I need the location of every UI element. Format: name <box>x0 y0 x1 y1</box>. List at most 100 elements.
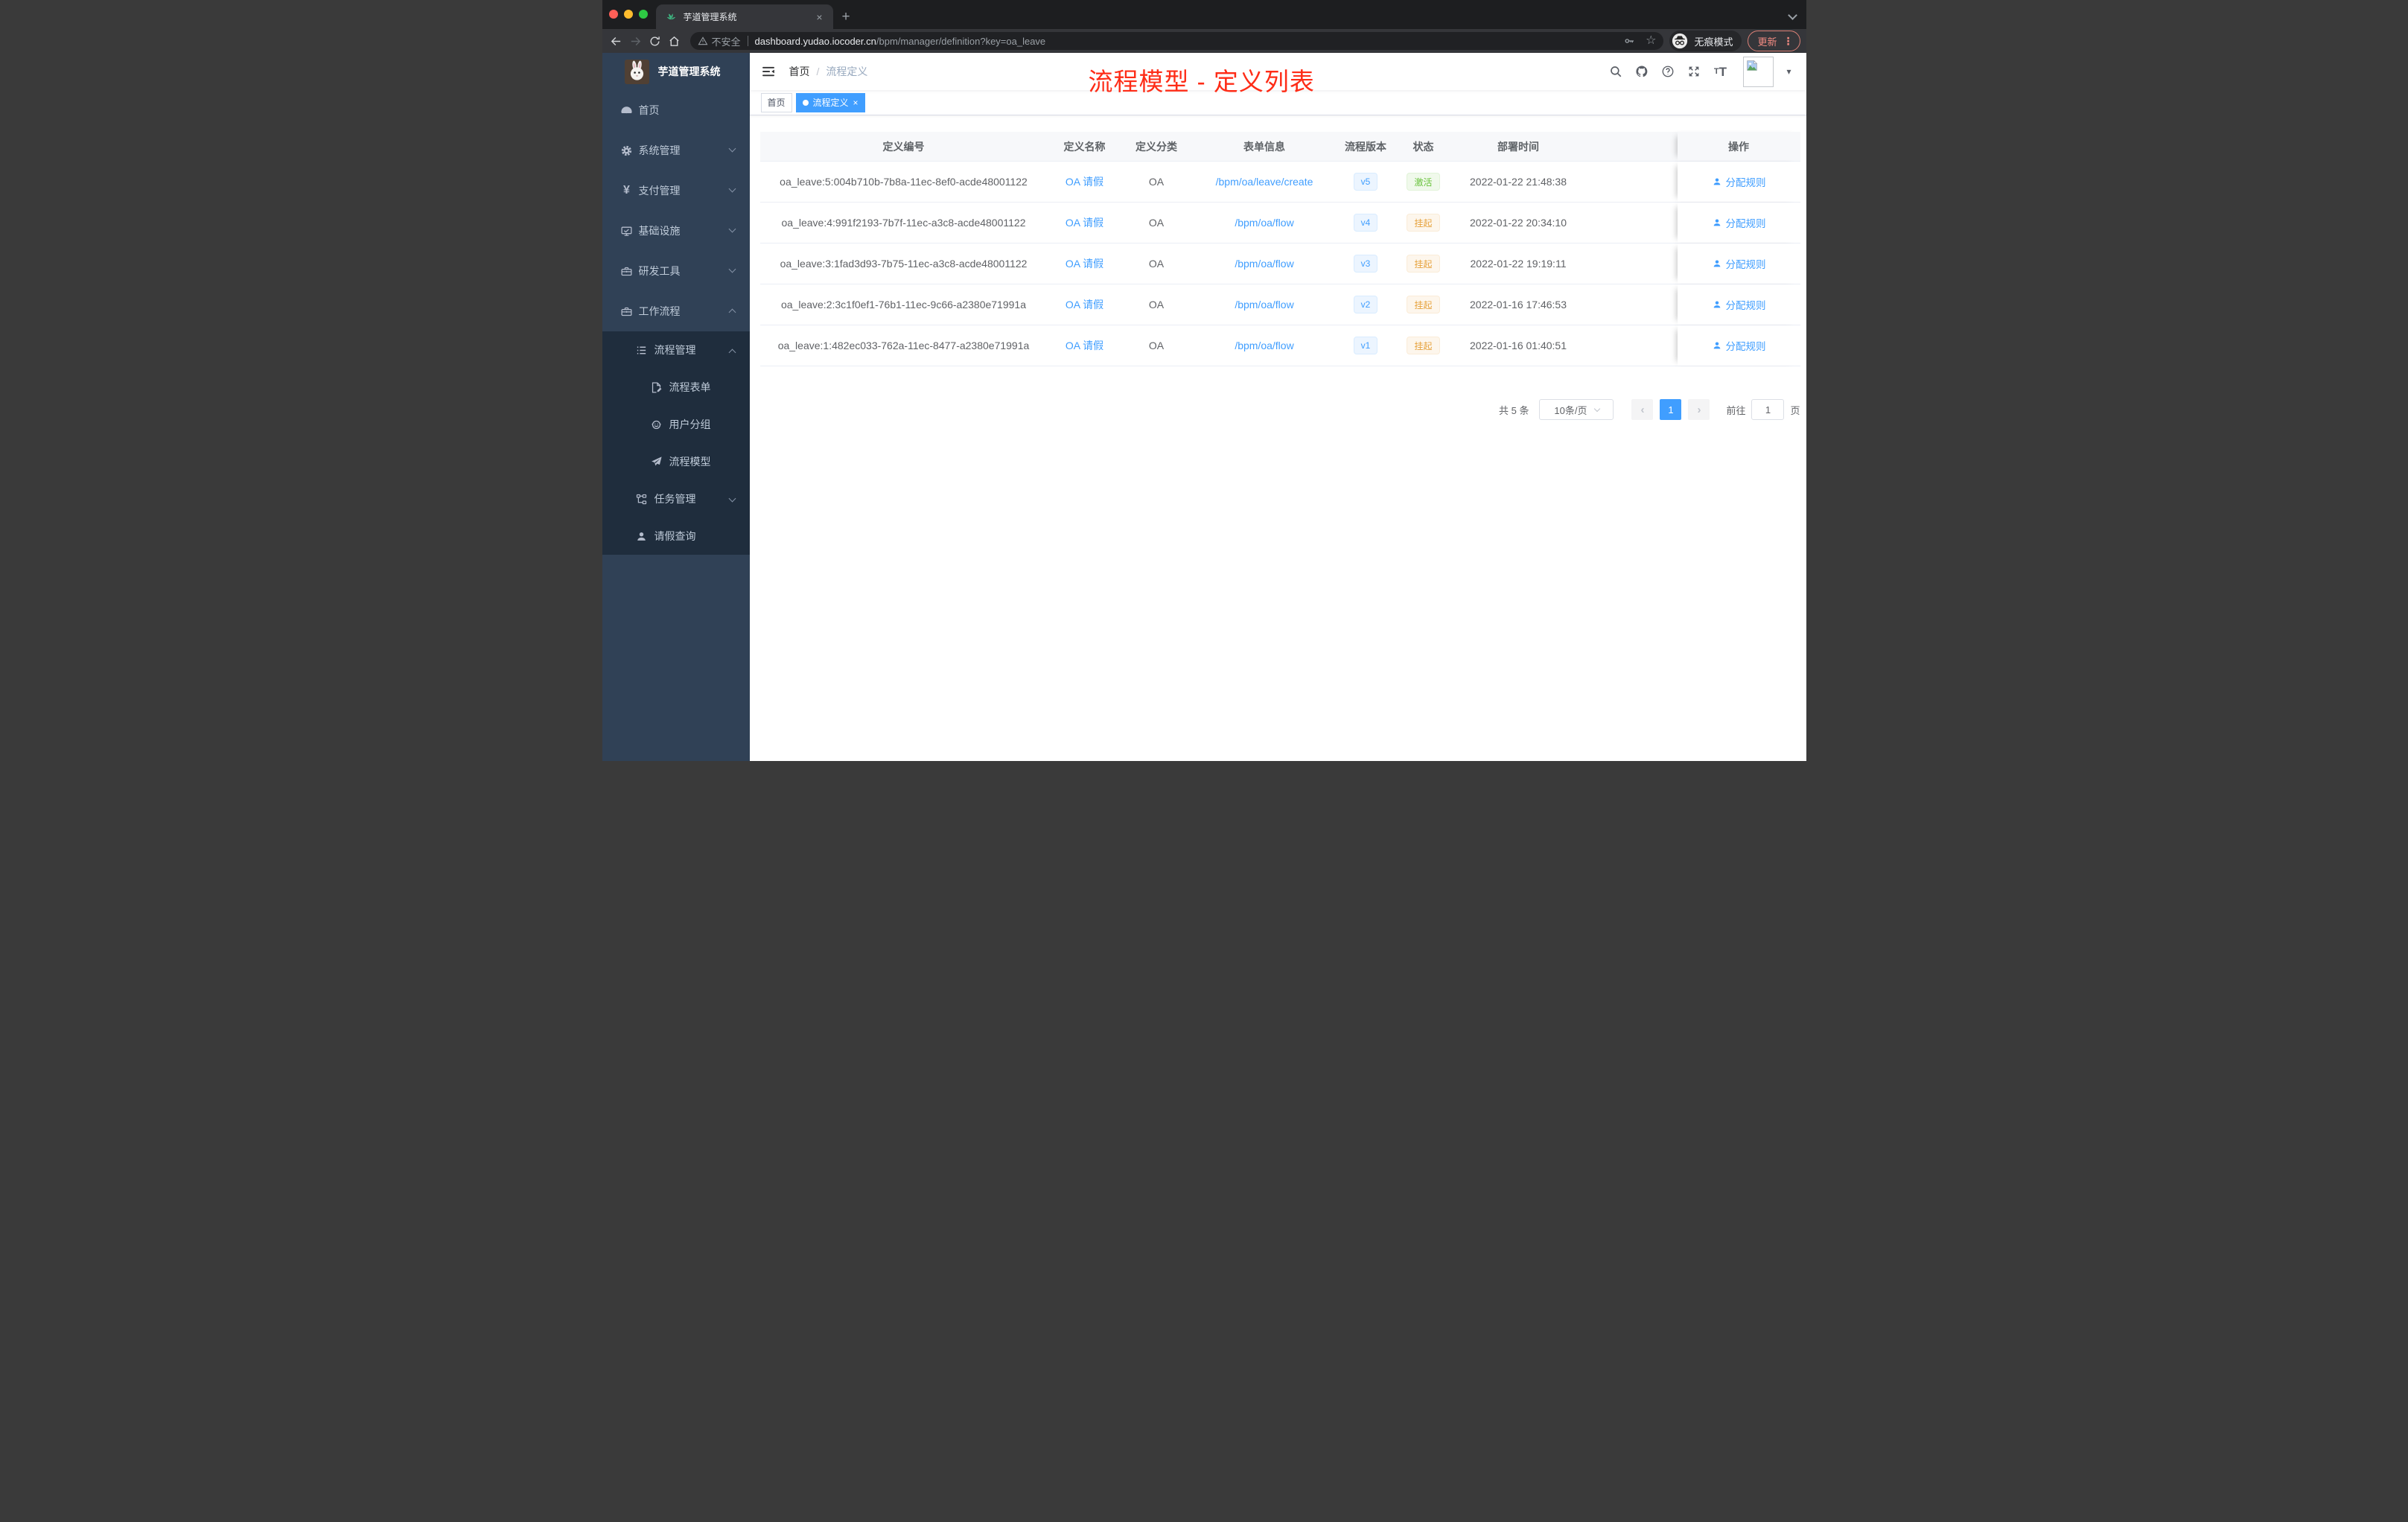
search-icon[interactable] <box>1608 64 1623 79</box>
cell-definition-name: OA 请假 <box>1048 243 1122 284</box>
address-bar[interactable]: 不安全 dashboard.yudao.iocoder.cn/bpm/manag… <box>689 32 1664 50</box>
breadcrumb-separator: / <box>816 66 820 77</box>
definition-name-link[interactable]: OA 请假 <box>1066 174 1103 189</box>
breadcrumb-current: 流程定义 <box>826 66 868 77</box>
toolbox-icon <box>620 305 634 318</box>
sidebar-item-label: 工作流程 <box>638 305 681 317</box>
help-icon[interactable] <box>1660 64 1675 79</box>
page-jumper: 前往 页 <box>1726 399 1800 420</box>
browser-update-button[interactable]: 更新 ⋮ <box>1748 31 1800 51</box>
chevron-down-icon <box>728 265 736 273</box>
breadcrumb: 首页 / 流程定义 <box>789 64 868 79</box>
assign-rule-button[interactable]: 分配规则 <box>1712 174 1766 189</box>
user-icon <box>1713 260 1720 267</box>
form-info-link[interactable]: /bpm/oa/flow <box>1235 258 1293 270</box>
cell-form-info: /bpm/oa/flow <box>1191 203 1338 243</box>
form-info-link[interactable]: /bpm/oa/flow <box>1235 340 1293 351</box>
col-header-name: 定义名称 <box>1063 140 1106 153</box>
cell-deploy-time: 2022-01-16 17:46:53 <box>1470 299 1567 311</box>
breadcrumb-home[interactable]: 首页 <box>789 64 810 79</box>
main-area: 流程模型 - 定义列表 首页 / 流程定义 TT ▾ 首页 流程定义 × 定义编… <box>749 53 1806 761</box>
cell-form-info: /bpm/oa/leave/create <box>1191 162 1338 202</box>
goto-page-input[interactable] <box>1751 399 1785 420</box>
reload-icon[interactable] <box>646 31 665 51</box>
sidebar-item-process-model[interactable]: 流程模型 <box>602 443 750 480</box>
cell-spacer <box>1584 162 1678 202</box>
active-dot-icon <box>802 99 809 106</box>
tag-home[interactable]: 首页 <box>760 92 792 112</box>
tag-close-icon[interactable]: × <box>853 98 859 107</box>
assign-rule-button[interactable]: 分配规则 <box>1712 338 1766 353</box>
tab-search-chevron-icon[interactable] <box>1787 10 1797 20</box>
cell-category: OA <box>1148 217 1165 229</box>
sidebar-item-process-mgmt[interactable]: 流程管理 <box>602 331 750 369</box>
avatar-caret-down-icon[interactable]: ▾ <box>1786 66 1791 77</box>
assign-rule-label: 分配规则 <box>1725 341 1766 352</box>
tag-label: 首页 <box>767 98 786 108</box>
sidebar-item-user-group[interactable]: 用户分组 <box>602 406 750 443</box>
browser-tab[interactable]: 芋道管理系统 × <box>655 4 833 29</box>
tag-process-definition[interactable]: 流程定义 × <box>795 92 865 112</box>
sidebar-item-leave-query[interactable]: 请假查询 <box>602 518 750 555</box>
update-label[interactable]: 更新 <box>1757 34 1777 48</box>
sidebar-item-process-form[interactable]: 流程表单 <box>602 369 750 406</box>
security-label[interactable]: 不安全 <box>712 34 741 48</box>
sidebar-item-devtools[interactable]: 研发工具 <box>602 251 750 291</box>
sidebar-logo[interactable]: 芋道管理系统 <box>602 53 750 90</box>
page-size-value: 10条/页 <box>1554 404 1587 416</box>
cell-action: 分配规则 <box>1677 325 1800 366</box>
cell-definition-name: OA 请假 <box>1048 203 1122 243</box>
table-row: oa_leave:5:004b710b-7b8a-11ec-8ef0-acde4… <box>759 162 1800 203</box>
sidebar-item-workflow[interactable]: 工作流程 <box>602 291 750 331</box>
page-number-button[interactable]: 1 <box>1660 399 1682 420</box>
sidebar-item-system[interactable]: 系统管理 <box>602 130 750 171</box>
close-window-button[interactable] <box>608 10 618 19</box>
robot-face-icon <box>650 418 663 431</box>
prev-page-button[interactable]: ‹ <box>1631 399 1654 420</box>
bookmark-star-icon[interactable]: ☆ <box>1646 35 1656 47</box>
pagination: 共 5 条 10条/页 ‹ 1 › 前往 页 <box>760 399 1800 420</box>
version-tag: v3 <box>1353 255 1378 273</box>
assign-rule-button[interactable]: 分配规则 <box>1712 256 1766 271</box>
cell-form-info: /bpm/oa/flow <box>1191 325 1338 366</box>
new-tab-button[interactable]: + <box>842 10 850 24</box>
github-icon[interactable] <box>1634 64 1649 79</box>
goto-label: 前往 <box>1726 404 1746 416</box>
zoom-window-button[interactable] <box>638 10 648 19</box>
sidebar-item-infra[interactable]: 基础设施 <box>602 211 750 251</box>
forward-icon[interactable] <box>626 31 646 51</box>
definition-name-link[interactable]: OA 请假 <box>1066 215 1103 230</box>
security-warning-icon[interactable] <box>698 36 712 46</box>
cell-category: OA <box>1148 340 1165 351</box>
sidebar-item-payment[interactable]: ¥ 支付管理 <box>602 171 750 211</box>
minimize-window-button[interactable] <box>623 10 633 19</box>
tab-close-icon[interactable]: × <box>813 10 825 24</box>
definition-name-link[interactable]: OA 请假 <box>1066 297 1103 312</box>
yen-icon: ¥ <box>623 184 630 197</box>
chevron-down-icon <box>1593 405 1600 412</box>
page-size-select[interactable]: 10条/页 <box>1539 399 1614 420</box>
definition-name-link[interactable]: OA 请假 <box>1066 256 1103 271</box>
password-key-icon[interactable] <box>1623 35 1635 47</box>
form-info-link[interactable]: /bpm/oa/flow <box>1235 299 1293 311</box>
sidebar-item-home[interactable]: 首页 <box>602 90 750 130</box>
back-icon[interactable] <box>607 31 626 51</box>
assign-rule-button[interactable]: 分配规则 <box>1712 215 1766 230</box>
sidebar-fold-icon[interactable] <box>761 64 776 79</box>
definition-name-link[interactable]: OA 请假 <box>1066 338 1103 353</box>
assign-rule-button[interactable]: 分配规则 <box>1712 297 1766 312</box>
form-info-link[interactable]: /bpm/oa/flow <box>1235 217 1293 229</box>
user-avatar[interactable] <box>1743 56 1774 87</box>
sidebar-item-task-mgmt[interactable]: 任务管理 <box>602 480 750 518</box>
cell-form-info: /bpm/oa/flow <box>1191 243 1338 284</box>
incognito-badge: 无痕模式 <box>1669 31 1742 51</box>
home-icon[interactable] <box>665 31 684 51</box>
cell-deploy-time: 2022-01-16 01:40:51 <box>1470 340 1567 351</box>
fullscreen-icon[interactable] <box>1686 64 1701 79</box>
cell-definition-id: oa_leave:3:1fad3d93-7b75-11ec-a3c8-acde4… <box>780 258 1028 270</box>
next-page-button[interactable]: › <box>1688 399 1710 420</box>
font-size-icon[interactable]: TT <box>1713 64 1727 79</box>
col-header-status: 状态 <box>1412 140 1434 153</box>
form-info-link[interactable]: /bpm/oa/leave/create <box>1216 176 1313 188</box>
browser-menu-kebab-icon[interactable]: ⋮ <box>1783 36 1794 46</box>
